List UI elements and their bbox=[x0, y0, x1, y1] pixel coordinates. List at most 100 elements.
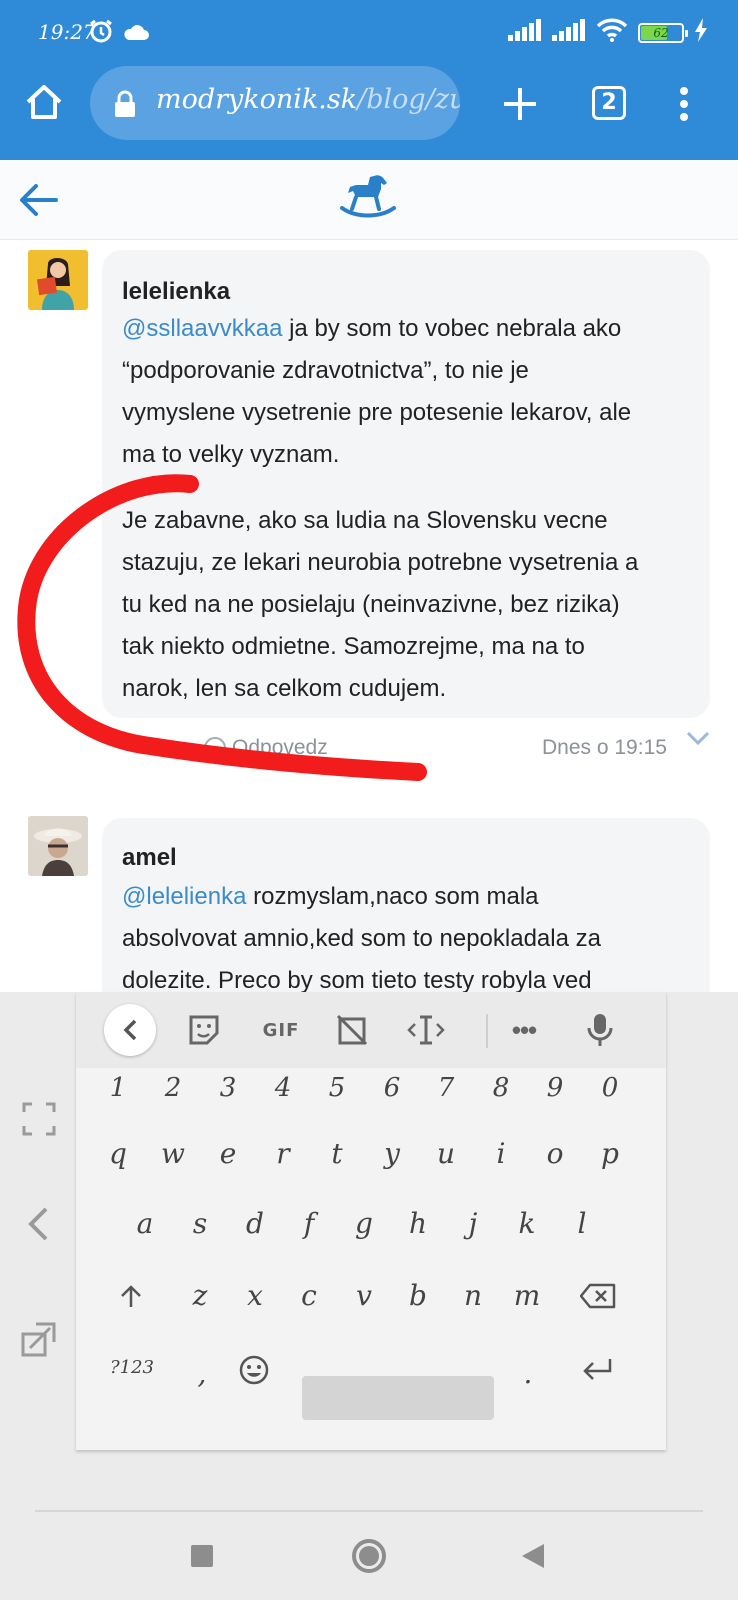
key-j[interactable]: j bbox=[451, 1202, 495, 1246]
key-f[interactable]: f bbox=[287, 1202, 331, 1246]
comma-key[interactable]: , bbox=[180, 1352, 224, 1396]
mention-link[interactable]: @lelelienka bbox=[122, 883, 246, 910]
key-k[interactable]: k bbox=[505, 1202, 549, 1246]
key-2[interactable]: 2 bbox=[151, 1066, 195, 1110]
home-icon bbox=[26, 85, 62, 119]
keyboard-toolbar: GIF ••• bbox=[76, 992, 666, 1068]
sticker-icon bbox=[189, 1015, 219, 1045]
key-9[interactable]: 9 bbox=[533, 1066, 577, 1110]
red-annotation-stroke bbox=[17, 474, 427, 781]
more-button[interactable]: ••• bbox=[504, 1010, 544, 1050]
key-h[interactable]: h bbox=[396, 1202, 440, 1246]
toolbar-divider bbox=[486, 1014, 488, 1048]
tabs-button[interactable]: 2 bbox=[592, 86, 626, 120]
back-arrow-icon bbox=[20, 184, 58, 216]
recents-button[interactable] bbox=[190, 1544, 214, 1573]
symbols-key[interactable]: ?123 bbox=[102, 1346, 162, 1390]
key-q[interactable]: q bbox=[96, 1132, 140, 1176]
key-m[interactable]: m bbox=[505, 1274, 549, 1318]
screen: 19:27 62 modrykonik.sk/blog/z 2 lelelien… bbox=[0, 0, 738, 1600]
back-nav-button[interactable] bbox=[520, 1542, 546, 1575]
comment-paragraph: @lelelienka rozmyslam,naco som mala abso… bbox=[122, 876, 692, 992]
key-y[interactable]: y bbox=[370, 1132, 414, 1176]
key-8[interactable]: 8 bbox=[479, 1066, 523, 1110]
sticker-button[interactable] bbox=[184, 1010, 224, 1050]
site-header bbox=[0, 160, 738, 240]
key-p[interactable]: p bbox=[588, 1132, 632, 1176]
key-t[interactable]: t bbox=[315, 1132, 359, 1176]
key-7[interactable]: 7 bbox=[424, 1066, 468, 1110]
key-u[interactable]: u bbox=[424, 1132, 468, 1176]
back-button[interactable] bbox=[18, 180, 58, 225]
chevron-left-icon[interactable] bbox=[26, 1206, 50, 1247]
key-c[interactable]: c bbox=[287, 1274, 331, 1318]
key-n[interactable]: n bbox=[451, 1274, 495, 1318]
key-s[interactable]: s bbox=[178, 1202, 222, 1246]
key-4[interactable]: 4 bbox=[261, 1066, 305, 1110]
signal-icon bbox=[508, 19, 542, 46]
key-b[interactable]: b bbox=[396, 1274, 440, 1318]
home-nav-button[interactable] bbox=[351, 1538, 387, 1579]
space-key[interactable] bbox=[302, 1376, 494, 1420]
new-tab-button[interactable] bbox=[500, 84, 540, 124]
lock-icon bbox=[114, 90, 136, 123]
plus-icon bbox=[504, 88, 536, 120]
comment-bubble: amel @lelelienka rozmyslam,naco som mala… bbox=[102, 818, 710, 992]
comment-text: absolvovat amnio,ked som to nepokladala … bbox=[122, 925, 601, 952]
key-a[interactable]: a bbox=[123, 1202, 167, 1246]
key-1[interactable]: 1 bbox=[96, 1066, 140, 1110]
alarm-icon bbox=[88, 18, 114, 49]
float-icon[interactable] bbox=[20, 1320, 58, 1363]
nav-divider bbox=[35, 1510, 703, 1512]
key-r[interactable]: r bbox=[261, 1132, 305, 1176]
more-icon: ••• bbox=[511, 1014, 537, 1045]
charging-icon bbox=[694, 18, 708, 47]
avatar[interactable] bbox=[28, 816, 88, 876]
menu-button[interactable] bbox=[676, 86, 692, 122]
gif-icon: GIF bbox=[262, 1019, 300, 1041]
key-g[interactable]: g bbox=[342, 1202, 386, 1246]
url-text: modrykonik.sk/blog/zu: bbox=[156, 84, 460, 115]
shift-key[interactable] bbox=[109, 1274, 153, 1318]
key-z[interactable]: z bbox=[178, 1274, 222, 1318]
voice-input-button[interactable] bbox=[580, 1010, 620, 1050]
address-bar[interactable]: modrykonik.sk/blog/zu: bbox=[90, 66, 460, 140]
site-logo[interactable] bbox=[338, 170, 398, 231]
key-d[interactable]: d bbox=[233, 1202, 277, 1246]
key-0[interactable]: 0 bbox=[588, 1066, 632, 1110]
key-3[interactable]: 3 bbox=[206, 1066, 250, 1110]
key-v[interactable]: v bbox=[342, 1274, 386, 1318]
cursor-control-button[interactable] bbox=[406, 1010, 446, 1050]
key-5[interactable]: 5 bbox=[315, 1066, 359, 1110]
enter-key[interactable] bbox=[576, 1348, 620, 1392]
comments-list: lelelienka @ssllaavvkkaa ja by som to vo… bbox=[0, 240, 738, 992]
comment-author[interactable]: amel bbox=[122, 844, 177, 872]
triangle-nav-icon bbox=[522, 1544, 544, 1568]
cloud-icon bbox=[122, 22, 150, 47]
key-l[interactable]: l bbox=[560, 1202, 604, 1246]
collapse-toolbar-button[interactable] bbox=[104, 1004, 156, 1056]
clipboard-off-icon bbox=[336, 1014, 368, 1046]
key-6[interactable]: 6 bbox=[370, 1066, 414, 1110]
wifi-icon bbox=[596, 18, 628, 47]
chevron-left-icon bbox=[123, 1019, 137, 1041]
key-o[interactable]: o bbox=[533, 1132, 577, 1176]
url-domain: modrykonik.sk bbox=[156, 84, 358, 115]
key-w[interactable]: w bbox=[151, 1132, 195, 1176]
emoji-key[interactable] bbox=[232, 1348, 276, 1392]
key-x[interactable]: x bbox=[233, 1274, 277, 1318]
expand-icon[interactable] bbox=[22, 1102, 56, 1141]
gif-button[interactable]: GIF bbox=[258, 1010, 304, 1050]
key-i[interactable]: i bbox=[479, 1132, 523, 1176]
clipboard-button[interactable] bbox=[332, 1010, 372, 1050]
square-nav-icon bbox=[191, 1545, 213, 1567]
enter-icon bbox=[583, 1359, 612, 1380]
backspace-icon bbox=[579, 1283, 616, 1309]
mic-icon bbox=[587, 1014, 613, 1046]
url-path: /blog/zu: bbox=[357, 84, 460, 115]
status-icons: 62 bbox=[508, 18, 708, 47]
backspace-key[interactable] bbox=[576, 1274, 620, 1318]
key-e[interactable]: e bbox=[206, 1132, 250, 1176]
home-button[interactable] bbox=[24, 82, 64, 122]
period-key[interactable]: . bbox=[506, 1352, 550, 1396]
